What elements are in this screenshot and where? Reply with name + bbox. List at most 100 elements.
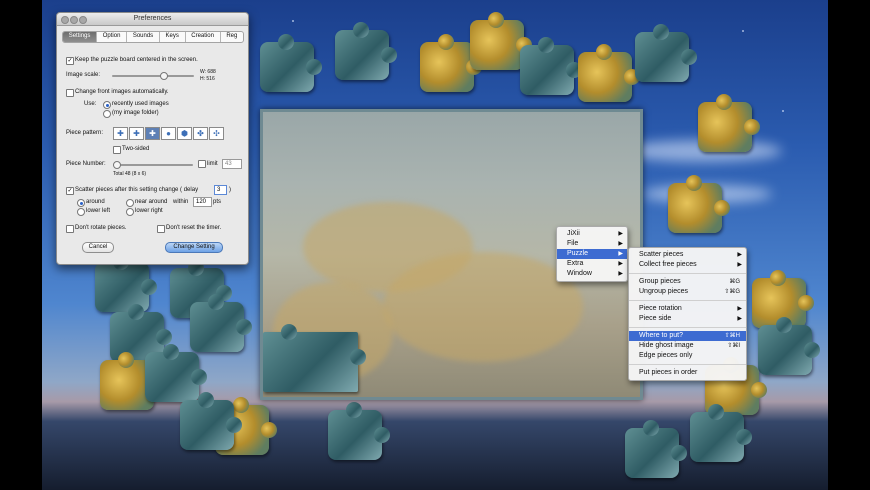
puzzle-piece[interactable] <box>698 94 760 152</box>
pattern-option-6[interactable]: ✤ <box>193 127 208 140</box>
puzzle-piece[interactable] <box>335 22 397 80</box>
image-scale-label: Image scale: <box>66 72 101 78</box>
limit-field[interactable]: 43 <box>222 159 242 169</box>
puzzle-piece[interactable] <box>420 34 482 92</box>
pattern-option-4[interactable]: ● <box>161 127 176 140</box>
puzzle-piece[interactable] <box>470 12 532 70</box>
cancel-button[interactable]: Cancel <box>82 242 114 253</box>
scatter-label: Scatter pieces after this setting change… <box>75 187 199 193</box>
menu-item-extra[interactable]: Extra ▶ <box>557 259 627 269</box>
menu-item-group-pieces[interactable]: Group pieces ⌘G <box>629 277 746 287</box>
pattern-option-7[interactable]: ✣ <box>209 127 224 140</box>
menu-item-scatter-pieces[interactable]: Scatter pieces ▶ <box>629 250 746 260</box>
pattern-option-1[interactable]: ✚ <box>113 127 128 140</box>
menu-shortcut: ⇧⌘I <box>727 343 740 349</box>
menu-item-file[interactable]: File ▶ <box>557 239 627 249</box>
image-scale-slider[interactable] <box>112 72 194 80</box>
tab-sounds[interactable]: Sounds <box>127 32 160 42</box>
puzzle-piece[interactable] <box>578 44 640 102</box>
submenu-arrow-icon: ▶ <box>618 231 623 237</box>
puzzle-piece[interactable] <box>520 37 582 95</box>
tab-reg[interactable]: Reg <box>221 32 243 42</box>
submenu-arrow-icon: ▶ <box>737 252 742 258</box>
scatter-lower-right-label: lower right <box>135 208 163 214</box>
menu-item-piece-side[interactable]: Piece side ▶ <box>629 314 746 324</box>
two-sided-checkbox[interactable] <box>113 146 121 154</box>
menu-item-label: Piece rotation <box>639 305 682 312</box>
two-sided-label: Two-sided <box>122 146 150 152</box>
scatter-around-label: around <box>86 199 105 205</box>
scatter-around-radio[interactable] <box>77 199 85 207</box>
puzzle-submenu: Scatter pieces ▶ Collect free pieces ▶ Gro… <box>628 247 747 381</box>
keep-centered-checkbox[interactable]: ✓ <box>66 57 74 65</box>
puzzle-piece[interactable] <box>260 34 322 92</box>
menu-separator <box>629 327 746 328</box>
puzzle-piece[interactable] <box>668 175 730 233</box>
puzzle-piece[interactable] <box>690 404 752 462</box>
puzzle-piece[interactable] <box>180 392 242 450</box>
menu-item-edge-pieces-only[interactable]: Edge pieces only <box>629 351 746 361</box>
pattern-option-2[interactable]: ✚ <box>129 127 144 140</box>
my-folder-label: (my image folder) <box>112 110 159 116</box>
limit-checkbox[interactable] <box>198 160 206 168</box>
within-field[interactable]: 120 <box>193 197 212 207</box>
pattern-option-3[interactable]: ✚ <box>145 127 160 140</box>
menu-item-where-to-put[interactable]: Where to put? ⇧⌘H <box>629 331 746 341</box>
scatter-lower-right-radio[interactable] <box>126 208 134 216</box>
recent-images-radio[interactable] <box>103 101 111 109</box>
tab-settings[interactable]: Settings <box>63 32 98 42</box>
menu-item-jixii[interactable]: JiXii ▶ <box>557 229 627 239</box>
dont-rotate-checkbox[interactable] <box>66 225 74 233</box>
change-images-label: Change front images automatically. <box>75 89 169 95</box>
menu-item-puzzle[interactable]: Puzzle ▶ <box>557 249 627 259</box>
menu-item-collect-free-pieces[interactable]: Collect free pieces ▶ <box>629 260 746 270</box>
placed-puzzle-piece[interactable] <box>263 324 366 392</box>
change-images-checkbox[interactable] <box>66 89 74 97</box>
tab-creation[interactable]: Creation <box>186 32 221 42</box>
tab-keys[interactable]: Keys <box>160 32 186 42</box>
dont-reset-label: Don't reset the timer. <box>166 225 222 231</box>
menu-item-hide-ghost-image[interactable]: Hide ghost image ⇧⌘I <box>629 341 746 351</box>
menu-item-label: Hide ghost image <box>639 342 694 349</box>
change-setting-button[interactable]: Change Setting <box>165 242 223 253</box>
piece-number-knob[interactable] <box>113 161 121 169</box>
scatter-near-around-radio[interactable] <box>126 199 134 207</box>
window-titlebar[interactable]: Preferences <box>57 13 248 26</box>
dont-reset-checkbox[interactable] <box>157 225 165 233</box>
menu-item-label: Piece side <box>639 315 672 322</box>
ghost-image-tree <box>383 252 583 362</box>
tab-option[interactable]: Option <box>97 32 128 42</box>
submenu-arrow-icon: ▶ <box>618 261 623 267</box>
menu-item-piece-rotation[interactable]: Piece rotation ▶ <box>629 304 746 314</box>
menu-item-label: Ungroup pieces <box>639 288 689 295</box>
menu-item-label: File <box>567 240 579 247</box>
puzzle-piece[interactable] <box>758 317 820 375</box>
my-folder-radio[interactable] <box>103 110 111 118</box>
menu-item-label: Where to put? <box>639 332 683 339</box>
puzzle-piece[interactable] <box>190 294 252 352</box>
menu-item-ungroup-pieces[interactable]: Ungroup pieces ⇧⌘G <box>629 287 746 297</box>
piece-number-slider[interactable] <box>113 161 193 169</box>
scatter-lower-left-radio[interactable] <box>77 208 85 216</box>
dont-rotate-label: Don't rotate pieces. <box>75 225 127 231</box>
menu-item-label: Window <box>567 270 592 277</box>
menu-separator <box>629 300 746 301</box>
submenu-arrow-icon: ▶ <box>737 306 742 312</box>
puzzle-piece[interactable] <box>328 402 390 460</box>
menu-item-window[interactable]: Window ▶ <box>557 269 627 279</box>
scatter-delay-field[interactable]: 3 <box>214 185 227 195</box>
submenu-arrow-icon: ▶ <box>618 241 623 247</box>
submenu-arrow-icon: ▶ <box>737 316 742 322</box>
menu-item-put-pieces-in-order[interactable]: Put pieces in order <box>629 368 746 378</box>
puzzle-piece[interactable] <box>95 254 157 312</box>
pattern-option-5[interactable]: ⬢ <box>177 127 192 140</box>
image-scale-knob[interactable] <box>159 72 168 80</box>
menu-item-label: Collect free pieces <box>639 261 697 268</box>
puzzle-piece[interactable] <box>145 344 207 402</box>
scatter-checkbox[interactable]: ✓ <box>66 187 74 195</box>
puzzle-piece[interactable] <box>635 24 697 82</box>
puzzle-piece[interactable] <box>625 420 687 478</box>
menu-item-label: Puzzle <box>567 250 589 257</box>
piece-pattern-label: Piece pattern: <box>66 130 104 136</box>
menu-item-label: Group pieces <box>639 278 681 285</box>
